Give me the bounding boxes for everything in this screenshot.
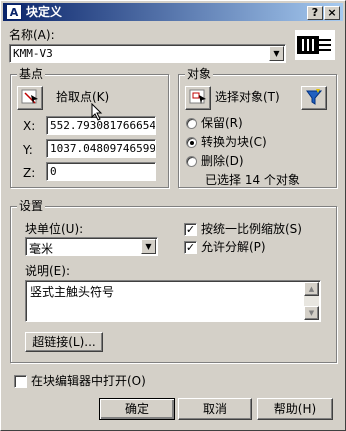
select-objects-label: 选择对象(T): [215, 90, 280, 104]
description-value: 竖式主触头符号: [30, 285, 115, 299]
dialog-title: 块定义: [26, 5, 63, 19]
block-preview-icon: [295, 30, 335, 60]
ok-button[interactable]: 确定: [99, 398, 175, 420]
allow-explode-label: 允许分解(P): [201, 240, 266, 254]
description-label: 说明(E):: [25, 264, 70, 278]
select-objects-button[interactable]: [185, 86, 211, 110]
chevron-down-icon[interactable]: ▼: [141, 239, 156, 254]
open-in-block-editor-checkbox[interactable]: [14, 375, 27, 388]
base-point-title: 基点: [17, 67, 46, 81]
scale-uniformly-checkbox[interactable]: ✓: [184, 223, 197, 236]
description-textarea[interactable]: 竖式主触头符号 ▲ ▼: [25, 280, 321, 322]
pick-point-label: 拾取点(K): [56, 90, 110, 104]
convert-to-block-radio[interactable]: [186, 137, 197, 148]
block-unit-dropdown[interactable]: 毫米 ▼: [25, 237, 158, 256]
pick-point-button[interactable]: [17, 86, 43, 110]
mouse-cursor-icon: [91, 103, 103, 121]
close-title-button[interactable]: ×: [324, 6, 340, 20]
filter-icon: [306, 89, 323, 105]
quick-select-button[interactable]: [301, 86, 327, 110]
scroll-down-icon[interactable]: ▼: [304, 306, 319, 320]
convert-to-block-label: 转换为块(C): [201, 135, 267, 149]
autocad-app-icon: A: [6, 4, 22, 20]
help-title-button[interactable]: ?: [307, 6, 323, 20]
name-combobox[interactable]: KMM-V3 ▼: [9, 44, 286, 63]
y-label: Y:: [23, 143, 33, 157]
scale-uniformly-label: 按统一比例缩放(S): [201, 222, 302, 236]
block-definition-dialog: A 块定义 ? × 名称(A): KMM-V3 ▼ 基点 拾取点(K) X: 5…: [0, 0, 346, 431]
hyperlink-button[interactable]: 超链接(L)...: [25, 332, 103, 352]
select-objects-icon: [189, 89, 206, 104]
name-label: 名称(A):: [9, 28, 55, 42]
delete-radio[interactable]: [186, 156, 197, 167]
description-scrollbar[interactable]: ▲ ▼: [304, 282, 319, 320]
allow-explode-checkbox[interactable]: ✓: [184, 241, 197, 254]
delete-label: 删除(D): [201, 154, 244, 168]
y-input[interactable]: 1037.048097465997: [46, 139, 156, 158]
z-value: 0: [50, 165, 57, 178]
settings-title: 设置: [17, 199, 46, 213]
scroll-up-icon[interactable]: ▲: [304, 282, 319, 296]
x-label: X:: [23, 119, 36, 133]
z-input[interactable]: 0: [46, 162, 156, 181]
cancel-button[interactable]: 取消: [178, 398, 252, 420]
block-unit-value: 毫米: [29, 242, 54, 256]
objects-title: 对象: [185, 67, 214, 81]
pick-point-icon: [21, 89, 38, 104]
title-bar[interactable]: A 块定义 ? ×: [3, 3, 343, 21]
chevron-down-icon[interactable]: ▼: [269, 46, 284, 61]
x-value: 552.7930817666547: [50, 119, 156, 132]
y-value: 1037.048097465997: [50, 142, 156, 155]
selected-count-status: 已选择 14 个对象: [205, 173, 300, 187]
retain-radio[interactable]: [186, 118, 197, 129]
block-unit-label: 块单位(U):: [25, 222, 84, 236]
retain-label: 保留(R): [201, 116, 243, 130]
z-label: Z:: [23, 166, 36, 180]
name-value: KMM-V3: [13, 47, 53, 60]
help-button[interactable]: 帮助(H): [257, 398, 333, 420]
open-in-block-editor-label: 在块编辑器中打开(O): [31, 374, 146, 388]
